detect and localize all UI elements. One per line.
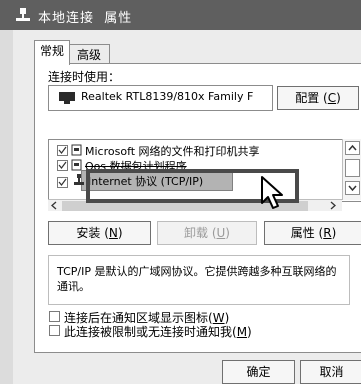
ok-button-label: 确定	[246, 365, 271, 379]
configure-hotkey: C	[327, 91, 337, 105]
properties-dialog: 本地连接 属性 常规 高级 连接时使用： Realtek RTL8139/810…	[0, 0, 361, 384]
uninstall-hotkey: U	[216, 226, 226, 240]
uninstall-button[interactable]: 卸载 (U)	[157, 221, 257, 245]
uninstall-suffix: )	[225, 226, 230, 240]
configure-button-label: 配置 (	[295, 91, 328, 105]
scroll-down-button[interactable]	[345, 181, 360, 195]
chevron-down-icon	[348, 185, 357, 192]
mouse-pointer-icon	[261, 176, 283, 209]
cancel-button[interactable]: 取消	[300, 360, 361, 384]
properties-button-label: 属性 (	[290, 226, 324, 240]
install-button[interactable]: 安装 (N)	[48, 221, 151, 245]
notify-label: 此连接被限制或无连接时通知我(M)	[64, 325, 252, 339]
scroll-up-button[interactable]	[345, 141, 360, 155]
item-label: Microsoft 网络的文件和打印机共享	[85, 145, 260, 158]
chevron-up-icon	[348, 144, 357, 151]
cancel-button-label: 取消	[319, 365, 344, 379]
notify-checkbox[interactable]	[49, 325, 60, 336]
properties-button[interactable]: 属性 (R)	[264, 221, 361, 245]
list-vertical-scrollbar[interactable]	[342, 139, 361, 200]
uninstall-button-label: 卸载 (	[184, 226, 217, 240]
item-checkbox[interactable]	[57, 177, 68, 188]
tab-advanced-label: 高级	[76, 48, 101, 62]
properties-hotkey: R	[323, 226, 332, 240]
title-bar[interactable]: 本地连接 属性	[0, 0, 361, 30]
network-adapter-icon	[59, 92, 75, 104]
adapter-name: Realtek RTL8139/810x Family F	[81, 90, 254, 103]
chevron-left-icon[interactable]	[50, 201, 59, 210]
check-icon	[58, 146, 67, 154]
check-icon	[58, 161, 67, 169]
adapter-field: Realtek RTL8139/810x Family F	[48, 85, 273, 111]
window-frame	[0, 30, 13, 384]
tab-advanced[interactable]: 高级	[68, 44, 110, 65]
install-hotkey: N	[108, 226, 118, 240]
show-icon-checkbox[interactable]	[49, 311, 60, 322]
tab-general-label: 常规	[39, 44, 64, 58]
configure-suffix: )	[336, 91, 341, 105]
item-checkbox[interactable]	[57, 145, 68, 156]
printer-share-icon	[71, 144, 82, 156]
list-item[interactable]: Microsoft 网络的文件和打印机共享	[49, 143, 339, 158]
network-icon	[16, 8, 30, 21]
description-box: TCP/IP 是默认的广域网协议。它提供跨越多种互联网络的通讯。	[48, 255, 350, 305]
properties-suffix: )	[331, 226, 337, 240]
tab-general[interactable]: 常规	[34, 40, 70, 65]
install-button-label: 安装 (	[76, 226, 109, 240]
chevron-right-icon[interactable]	[328, 201, 337, 210]
install-suffix: )	[117, 226, 123, 240]
protocol-icon	[74, 174, 84, 185]
scroll-thumb[interactable]	[345, 159, 360, 177]
window-title: 本地连接 属性	[38, 11, 133, 26]
description-text: TCP/IP 是默认的广域网协议。它提供跨越多种互联网络的通讯。	[57, 265, 337, 293]
check-icon	[58, 178, 67, 186]
connect-using-label: 连接时使用：	[48, 70, 121, 84]
item-checkbox[interactable]	[57, 160, 68, 171]
ok-button[interactable]: 确定	[222, 360, 295, 384]
configure-button[interactable]: 配置 (C)	[277, 86, 359, 110]
